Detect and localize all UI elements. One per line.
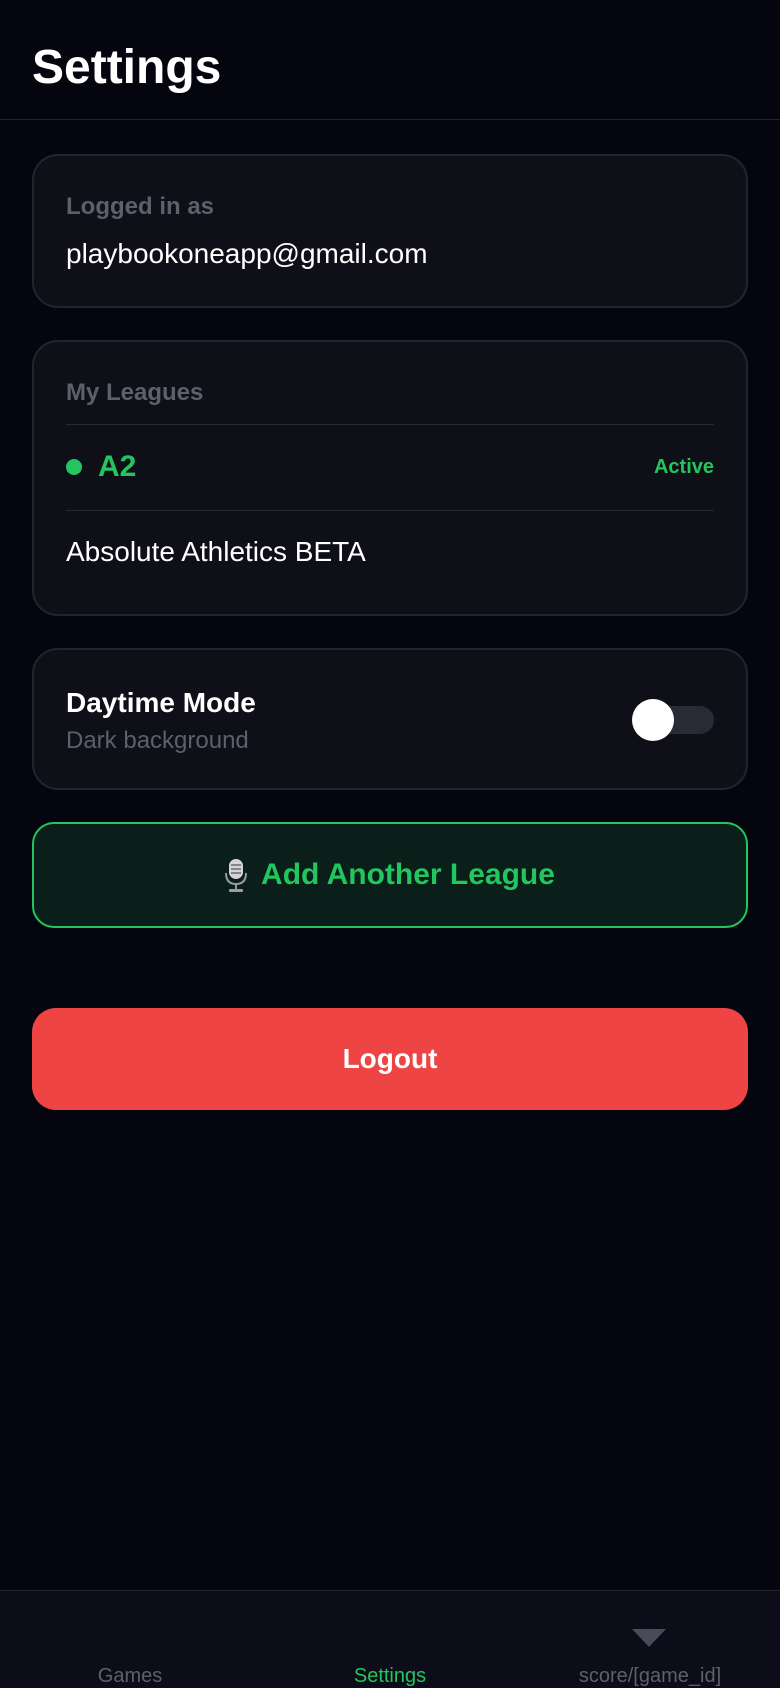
add-league-label: Add Another League	[261, 858, 555, 891]
tab-label: Games	[97, 1665, 163, 1687]
microphone-icon	[225, 859, 248, 892]
add-league-button[interactable]: Add Another League	[32, 822, 748, 928]
daytime-title: Daytime Mode	[66, 687, 256, 718]
logout-label: Logout	[342, 1043, 438, 1074]
bottom-tab-bar: Games Settings score/[game_id]	[0, 1590, 780, 1688]
caret-down-icon	[632, 1629, 666, 1647]
league-name: A2	[98, 450, 137, 483]
league-item-active[interactable]: A2 Active	[66, 432, 714, 502]
leagues-card: My Leagues A2 Active Absolute Athletics …	[32, 340, 748, 616]
daytime-toggle[interactable]	[632, 699, 714, 741]
divider	[66, 424, 714, 425]
divider	[66, 510, 714, 511]
leagues-label: My Leagues	[66, 379, 204, 406]
page-title: Settings	[32, 41, 222, 94]
tab-label: Settings	[353, 1665, 427, 1687]
tab-settings[interactable]: Settings	[260, 1591, 520, 1688]
tab-label: score/[game_id]	[578, 1665, 722, 1687]
active-dot-icon	[66, 459, 82, 475]
daytime-subtitle: Dark background	[66, 727, 249, 754]
tab-score[interactable]: score/[game_id]	[520, 1591, 780, 1688]
account-label: Logged in as	[66, 193, 215, 220]
logout-button[interactable]: Logout	[32, 1008, 748, 1110]
tab-games[interactable]: Games	[0, 1591, 260, 1688]
toggle-knob	[632, 699, 674, 741]
account-email: playbookoneapp@gmail.com	[66, 238, 428, 269]
account-card: Logged in as playbookoneapp@gmail.com	[32, 154, 748, 308]
header: Settings	[0, 0, 780, 120]
active-badge: Active	[653, 456, 714, 478]
daytime-card: Daytime Mode Dark background	[32, 648, 748, 790]
league-item[interactable]: Absolute Athletics BETA	[66, 518, 714, 588]
league-name: Absolute Athletics BETA	[66, 536, 366, 567]
